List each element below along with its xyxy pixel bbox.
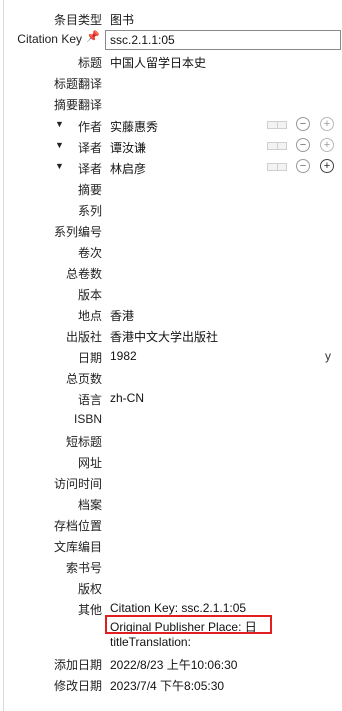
date-added-label: 添加日期 xyxy=(53,658,102,672)
creator-row: ▼ 译者 林启彦 − + xyxy=(0,157,342,178)
row-title-translation: 标题翻译 xyxy=(0,72,342,93)
url-label: 网址 xyxy=(77,456,102,470)
plus-circle-icon[interactable]: + xyxy=(320,159,334,173)
name-swap-icon[interactable] xyxy=(267,142,287,150)
isbn-label: ISBN xyxy=(73,412,102,426)
citation-key-label: Citation Key xyxy=(17,32,82,46)
row-volume: 卷次 xyxy=(0,241,342,262)
row-library-catalog: 文库编目 xyxy=(0,535,342,556)
abstract-translation-label: 摘要翻译 xyxy=(53,98,102,112)
volume-label: 卷次 xyxy=(77,246,102,260)
row-series: 系列 xyxy=(0,199,342,220)
call-number-label: 索书号 xyxy=(65,561,102,575)
row-url: 网址 xyxy=(0,451,342,472)
date-label: 日期 xyxy=(77,351,102,365)
archive-label: 档案 xyxy=(77,498,102,512)
row-abstract: 摘要 xyxy=(0,178,342,199)
row-series-number: 系列编号 xyxy=(0,220,342,241)
place-value[interactable]: 香港 xyxy=(110,307,134,324)
date-value[interactable]: 1982 xyxy=(110,349,137,363)
row-num-volumes: 总卷数 xyxy=(0,262,342,283)
creator-name[interactable]: 实藤惠秀 xyxy=(110,118,158,135)
extra-label: 其他 xyxy=(77,603,102,617)
row-title: 标题 中国人留学日本史 xyxy=(0,51,342,72)
plus-circle-icon[interactable]: + xyxy=(320,138,334,152)
publisher-value[interactable]: 香港中文大学出版社 xyxy=(110,328,218,345)
num-pages-label: 总页数 xyxy=(65,372,102,386)
row-item-type: 条目类型 图书 xyxy=(0,8,342,29)
place-label: 地点 xyxy=(77,309,102,323)
row-archive-location: 存档位置 xyxy=(0,514,342,535)
extra-line-citation-key[interactable]: Citation Key: ssc.2.1.1:05 xyxy=(110,601,246,615)
minus-circle-icon[interactable]: − xyxy=(296,138,310,152)
name-swap-icon[interactable] xyxy=(267,163,287,171)
row-num-pages: 总页数 xyxy=(0,367,342,388)
row-date-modified: 修改日期 2023/7/4 下午8:05:30 xyxy=(0,674,342,695)
row-language: 语言 zh-CN xyxy=(0,388,342,409)
publisher-label: 出版社 xyxy=(65,330,102,344)
minus-circle-icon[interactable]: − xyxy=(296,117,310,131)
triangle-down-icon[interactable]: ▼ xyxy=(55,119,64,129)
library-catalog-label: 文库编目 xyxy=(53,540,102,554)
row-place: 地点 香港 xyxy=(0,304,342,325)
row-date: 日期 1982 y xyxy=(0,346,342,367)
creator-row: ▼ 作者 实藤惠秀 − + xyxy=(0,115,342,136)
citation-key-input[interactable]: ssc.2.1.1:05 xyxy=(105,30,341,50)
date-format-indicator: y xyxy=(325,349,331,363)
archive-location-label: 存档位置 xyxy=(53,519,102,533)
creator-role-label[interactable]: 译者 xyxy=(78,139,102,156)
creator-name[interactable]: 林启彦 xyxy=(110,160,146,177)
creator-name[interactable]: 谭汝谦 xyxy=(110,139,146,156)
abstract-label: 摘要 xyxy=(77,183,102,197)
row-call-number: 索书号 xyxy=(0,556,342,577)
plus-circle-icon[interactable]: + xyxy=(320,117,334,131)
date-modified-value: 2023/7/4 下午8:05:30 xyxy=(110,679,225,693)
row-archive: 档案 xyxy=(0,493,342,514)
name-swap-icon[interactable] xyxy=(267,121,287,129)
rights-label: 版权 xyxy=(77,582,102,596)
row-rights: 版权 xyxy=(0,577,342,598)
creator-role-label[interactable]: 作者 xyxy=(78,118,102,135)
date-modified-label: 修改日期 xyxy=(53,679,102,693)
title-value[interactable]: 中国人留学日本史 xyxy=(110,54,206,71)
item-type-label: 条目类型 xyxy=(53,13,102,27)
row-publisher: 出版社 香港中文大学出版社 xyxy=(0,325,342,346)
creator-row: ▼ 译者 谭汝谦 − + xyxy=(0,136,342,157)
creator-role-label[interactable]: 译者 xyxy=(78,160,102,177)
short-title-label: 短标题 xyxy=(65,435,102,449)
extra-line-title-translation[interactable]: titleTranslation: xyxy=(110,635,191,649)
title-translation-label: 标题翻译 xyxy=(53,77,102,91)
triangle-down-icon[interactable]: ▼ xyxy=(55,161,64,171)
row-citation-key: Citation Key 📌 ssc.2.1.1:05 xyxy=(0,29,342,50)
edition-label: 版本 xyxy=(77,288,102,302)
num-volumes-label: 总卷数 xyxy=(65,267,102,281)
highlight-box xyxy=(105,615,272,634)
row-short-title: 短标题 xyxy=(0,430,342,451)
series-label: 系列 xyxy=(77,204,102,218)
access-date-label: 访问时间 xyxy=(53,477,102,491)
row-edition: 版本 xyxy=(0,283,342,304)
minus-circle-icon[interactable]: − xyxy=(296,159,310,173)
row-abstract-translation: 摘要翻译 xyxy=(0,93,342,114)
pin-icon[interactable]: 📌 xyxy=(86,30,100,43)
language-label: 语言 xyxy=(77,393,102,407)
language-value[interactable]: zh-CN xyxy=(110,391,144,405)
row-access-date: 访问时间 xyxy=(0,472,342,493)
row-date-added: 添加日期 2022/8/23 上午10:06:30 xyxy=(0,653,342,674)
row-isbn: ISBN xyxy=(0,409,342,430)
title-label: 标题 xyxy=(77,56,102,70)
series-number-label: 系列编号 xyxy=(53,225,102,239)
date-added-value: 2022/8/23 上午10:06:30 xyxy=(110,658,238,672)
triangle-down-icon[interactable]: ▼ xyxy=(55,140,64,150)
item-type-value[interactable]: 图书 xyxy=(110,11,134,28)
